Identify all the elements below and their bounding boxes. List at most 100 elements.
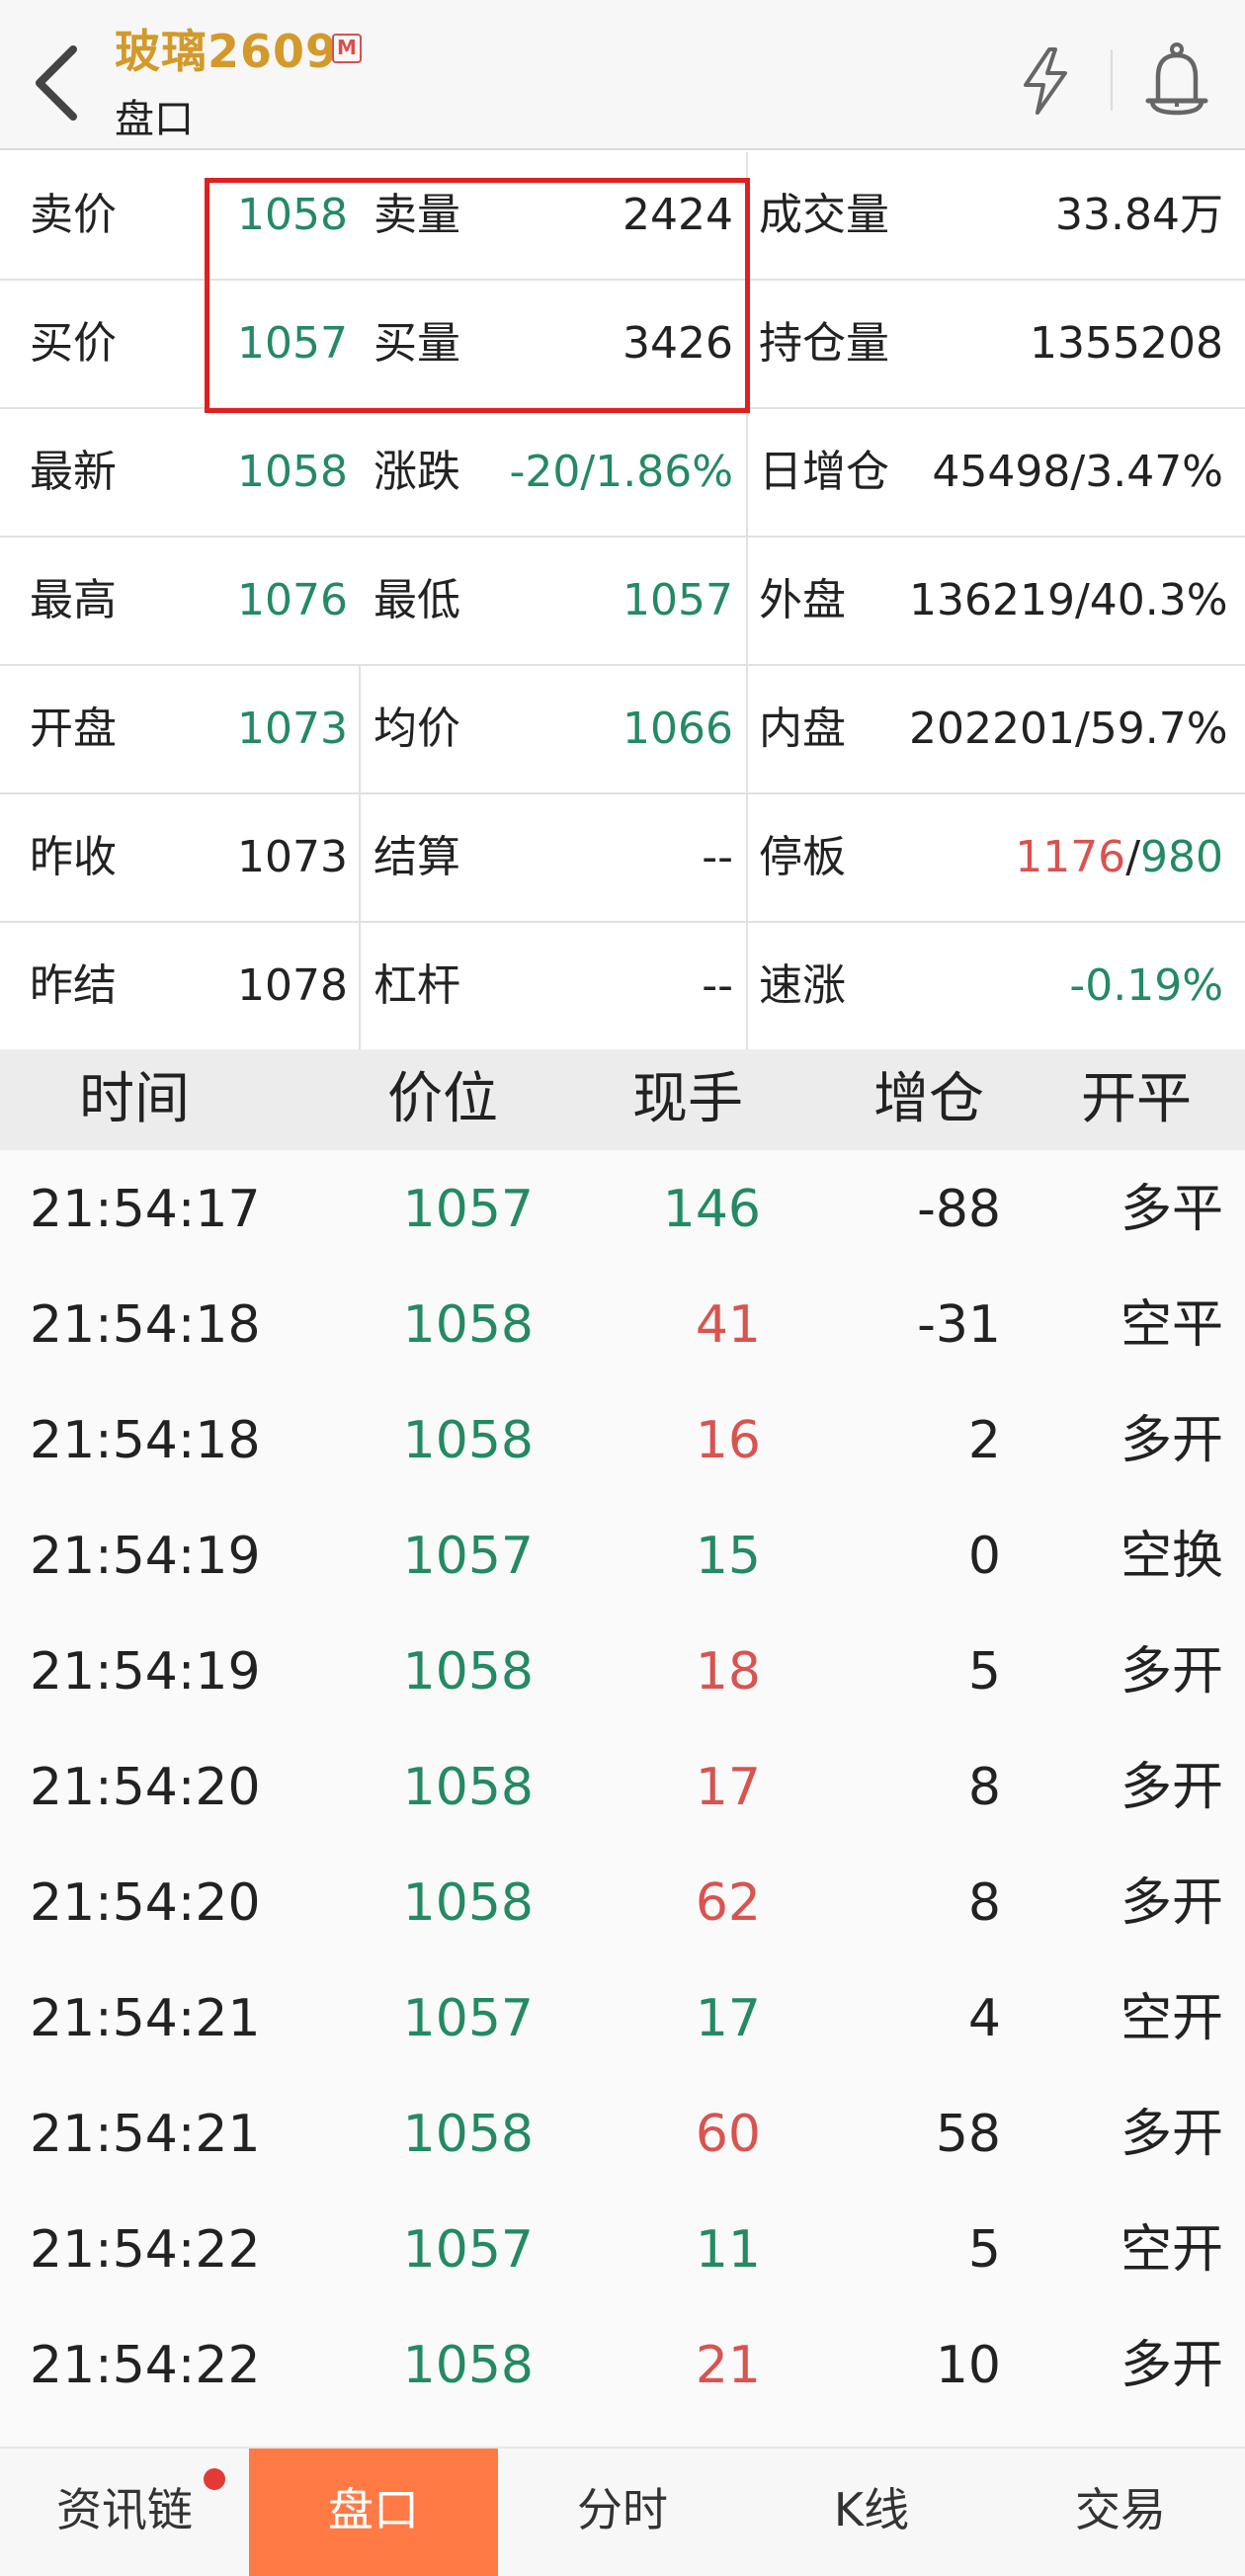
column-divider: [746, 409, 748, 538]
inner-volume-value: 202201/59.7%: [909, 704, 1228, 754]
trade-row: 21:54:20 1058 62 8 多开: [0, 1846, 1245, 1961]
trade-oi-change: 8: [967, 1873, 1001, 1933]
trade-row: 21:54:19 1057 15 0 空换: [0, 1499, 1245, 1615]
page-subtitle: 盘口: [115, 97, 194, 142]
quote-row-last: 最新 1058 涨跌 -20/1.86% 日增仓 45498/3.47%: [0, 409, 1245, 538]
trade-row: 21:54:19 1058 18 5 多开: [0, 1615, 1245, 1730]
leverage-label: 杠杆: [374, 960, 460, 1011]
trade-type: 多平: [1120, 1180, 1223, 1239]
limit-separator: /: [1125, 832, 1141, 882]
trades-header: 时间 价位 现手 增仓 开平: [0, 1049, 1245, 1150]
tab-kline[interactable]: K线: [747, 2449, 996, 2576]
bottom-nav: 资讯链 盘口 分时 K线 交易: [0, 2447, 1245, 2576]
column-divider: [746, 666, 748, 794]
oi-change-value: 45498/3.47%: [932, 447, 1223, 497]
trade-qty: 60: [695, 2105, 761, 2164]
trade-oi-change: 8: [967, 1758, 1001, 1817]
bid-price-label: 买价: [30, 318, 117, 369]
change-value: -20/1.86%: [509, 447, 733, 497]
trade-price: 1058: [402, 2336, 534, 2395]
trade-type: 多开: [1120, 1758, 1223, 1817]
lightning-icon[interactable]: [1016, 45, 1075, 117]
volume-value: 33.84万: [1055, 190, 1223, 240]
trade-price: 1058: [402, 1411, 534, 1470]
bid-ask-highlight-box: [205, 178, 750, 413]
speed-label: 速涨: [759, 960, 846, 1011]
leverage-value: --: [702, 960, 733, 1011]
notification-dot: [204, 2468, 225, 2490]
trade-type: 多开: [1120, 2105, 1223, 2164]
low-value: 1057: [622, 575, 733, 625]
trade-type: 多开: [1120, 2336, 1223, 2395]
trade-type: 多开: [1120, 1642, 1223, 1702]
trade-time: 21:54:20: [30, 1758, 261, 1817]
trade-oi-change: -88: [917, 1180, 1001, 1239]
trade-row: 21:54:18 1058 16 2 多开: [0, 1383, 1245, 1499]
tab-intraday[interactable]: 分时: [498, 2449, 747, 2576]
trade-time: 21:54:21: [30, 2105, 261, 2164]
high-label: 最高: [30, 575, 117, 625]
outer-volume-label: 外盘: [759, 575, 846, 625]
speed-value: -0.19%: [1069, 960, 1223, 1011]
trade-row: 21:54:21 1057 17 4 空开: [0, 1961, 1245, 2077]
header-open-close: 开平: [1081, 1067, 1192, 1131]
limit-value: 1176/980: [929, 794, 1223, 921]
trade-qty: 17: [695, 1758, 761, 1817]
trade-type: 空开: [1120, 1989, 1223, 2048]
trade-row: 21:54:18 1058 41 -31 空平: [0, 1268, 1245, 1383]
trades-list[interactable]: 21:54:17 1057 146 -88 多平 21:54:18 1058 41 -31 空平 2…: [0, 1150, 1245, 2447]
trade-qty: 11: [695, 2220, 761, 2280]
tab-trade[interactable]: 交易: [996, 2449, 1245, 2576]
volume-label: 成交量: [759, 190, 889, 240]
avg-price-label: 均价: [374, 704, 460, 754]
trade-oi-change: 10: [935, 2336, 1001, 2395]
high-value: 1076: [237, 575, 348, 625]
trade-time: 21:54:19: [30, 1642, 261, 1702]
trade-qty: 21: [695, 2336, 761, 2395]
oi-change-label: 日增仓: [759, 447, 889, 497]
trade-price: 1058: [402, 1295, 534, 1355]
trade-price: 1057: [402, 2220, 534, 2280]
limit-down-value: 980: [1140, 832, 1223, 882]
trade-type: 空平: [1120, 1295, 1223, 1355]
trade-row: 21:54:21 1058 60 58 多开: [0, 2077, 1245, 2193]
trade-qty: 62: [695, 1873, 761, 1933]
open-interest-label: 持仓量: [759, 318, 889, 369]
trade-price: 1058: [402, 1758, 534, 1817]
header-price: 价位: [387, 1067, 498, 1131]
trade-time: 21:54:22: [30, 2220, 261, 2280]
open-label: 开盘: [30, 704, 117, 754]
limit-label: 停板: [759, 832, 846, 882]
column-divider: [746, 794, 748, 923]
settle-value: --: [702, 832, 733, 882]
header-oi-change: 增仓: [873, 1067, 984, 1131]
trade-price: 1057: [402, 1527, 534, 1586]
contract-title: 玻璃2609: [115, 25, 339, 78]
trade-oi-change: 2: [967, 1411, 1001, 1470]
trade-qty: 41: [695, 1295, 761, 1355]
trade-row: 21:54:22 1057 11 5 空开: [0, 2193, 1245, 2308]
trade-qty: 16: [695, 1411, 761, 1470]
column-divider: [746, 538, 748, 666]
open-interest-value: 1355208: [1030, 318, 1223, 369]
trade-oi-change: 4: [967, 1989, 1001, 2048]
trade-type: 空开: [1120, 2220, 1223, 2280]
quote-row-prev-close: 昨收 1073 结算 -- 停板 1176/980: [0, 794, 1245, 923]
trade-qty: 17: [695, 1989, 761, 2048]
trade-qty: 146: [662, 1180, 761, 1239]
trade-price: 1058: [402, 1642, 534, 1702]
top-bar: 玻璃2609 M 盘口: [0, 0, 1245, 150]
trade-row: 21:54:20 1058 17 8 多开: [0, 1730, 1245, 1846]
chevron-left-icon[interactable]: [28, 43, 87, 123]
limit-up-value: 1176: [1015, 832, 1126, 882]
trade-oi-change: -31: [917, 1295, 1001, 1355]
trade-oi-change: 58: [935, 2105, 1001, 2164]
bell-icon[interactable]: [1144, 42, 1209, 121]
trade-row: 21:54:17 1057 146 -88 多平: [0, 1152, 1245, 1268]
last-price: 1058: [237, 447, 348, 497]
open-value: 1073: [237, 704, 348, 754]
column-divider: [359, 794, 361, 923]
trade-time: 21:54:20: [30, 1873, 261, 1933]
tab-order-book[interactable]: 盘口: [249, 2449, 498, 2576]
trade-price: 1057: [402, 1180, 534, 1239]
